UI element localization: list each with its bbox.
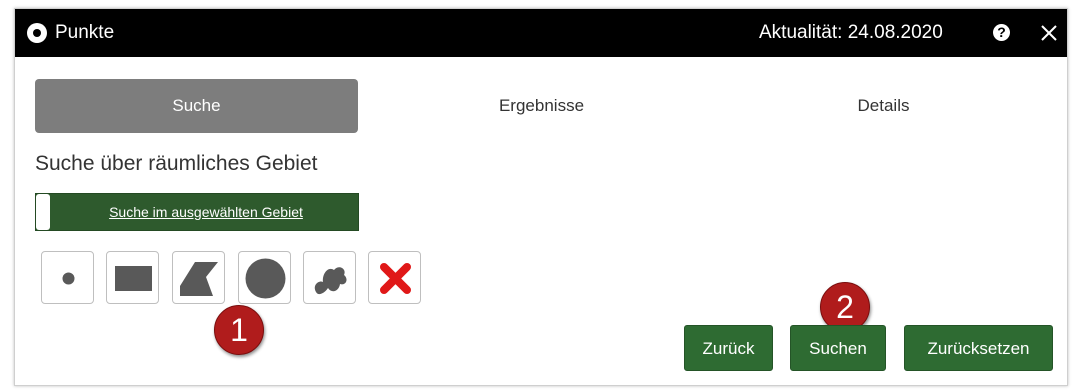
freehand-tool-button[interactable]	[303, 251, 356, 304]
tab-suche[interactable]: Suche	[35, 79, 358, 133]
delete-tool-button[interactable]	[368, 251, 421, 304]
rectangle-icon	[115, 266, 152, 291]
tab-ergebnisse[interactable]: Ergebnisse	[380, 79, 703, 133]
freehand-icon	[314, 267, 347, 295]
window-title: Punkte	[55, 22, 115, 43]
close-icon[interactable]	[1034, 14, 1064, 52]
point-icon	[62, 272, 75, 285]
dialog-window: Punkte Aktualität: 24.08.2020 ? Suche Er…	[14, 8, 1068, 386]
help-icon[interactable]: ?	[993, 24, 1010, 41]
polygon-icon	[180, 262, 218, 296]
polygon-tool-button[interactable]	[172, 251, 225, 304]
point-tool-button[interactable]	[41, 251, 94, 304]
aktualitaet-label: Aktualität: 24.08.2020	[759, 22, 943, 43]
titlebar: Punkte Aktualität: 24.08.2020 ?	[15, 9, 1067, 57]
toggle-label[interactable]: Suche im ausgewählten Gebiet	[54, 194, 358, 230]
target-icon	[27, 23, 47, 43]
reset-button[interactable]: Zurücksetzen	[904, 325, 1053, 371]
area-search-toggle[interactable]: Suche im ausgewählten Gebiet	[35, 193, 359, 231]
search-button[interactable]: Suchen	[790, 325, 886, 371]
section-title: Suche über räumliches Gebiet	[35, 152, 318, 175]
rectangle-tool-button[interactable]	[106, 251, 159, 304]
delete-icon	[380, 263, 411, 294]
tab-details[interactable]: Details	[722, 79, 1045, 133]
toggle-knob[interactable]	[36, 194, 50, 230]
circle-tool-button[interactable]	[238, 251, 291, 304]
back-button[interactable]: Zurück	[684, 325, 773, 371]
tab-bar: Suche Ergebnisse Details	[35, 79, 1045, 133]
annotation-marker-1: 1	[214, 305, 264, 355]
circle-icon	[245, 258, 286, 299]
